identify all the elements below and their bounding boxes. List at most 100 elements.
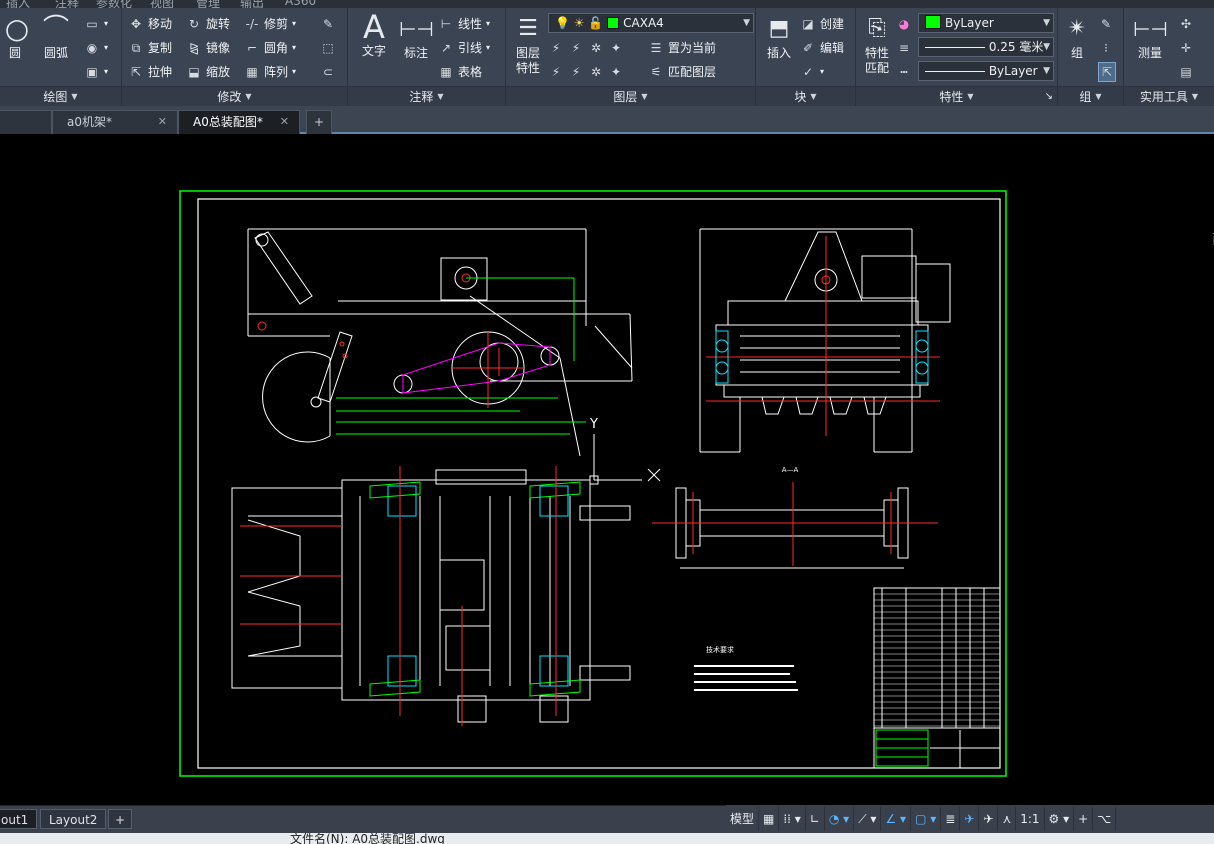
color-wheel-button[interactable]: ◕ [896, 14, 912, 34]
rectangle-tool[interactable]: ▭ ▾ [84, 14, 108, 34]
stretch-tool[interactable]: ⇱ 拉伸 [128, 62, 172, 82]
menu-a360[interactable]: A360 [285, 0, 316, 8]
edit-block-tool[interactable]: ✐ 编辑 [800, 38, 844, 58]
move-tool[interactable]: ✥ 移动 [128, 14, 172, 34]
layer-tools-row2[interactable]: ⚡ ⚡ ✲ ✦ [548, 62, 624, 82]
insert-block-tool[interactable]: ⬒ 插入 [760, 14, 798, 61]
close-icon[interactable]: ✕ [158, 111, 167, 133]
document-tab-a0-frame[interactable]: a0机架* ✕ [52, 110, 178, 134]
menu-manage[interactable]: 管理 [196, 0, 220, 8]
annotation-visibility-icon[interactable]: ✈ [960, 807, 980, 831]
object-snap-icon[interactable]: ▢ ▾ [911, 807, 942, 831]
copy-tool[interactable]: ⧉ 复制 [128, 38, 172, 58]
block-panel-footer[interactable]: 块 ▼ [756, 86, 855, 106]
dimension-tool[interactable]: ⊢⊣ 标注 [398, 14, 434, 61]
gear-icon[interactable]: ⚙ ▾ [1045, 807, 1075, 831]
groups-panel-label: 组 [1079, 90, 1092, 104]
explode-tool[interactable]: ⬚ [320, 38, 336, 58]
drawing-viewport[interactable]: Y A—A 技术要求 [0, 136, 1214, 805]
set-current-tool[interactable]: ☰ 置为当前 [648, 38, 716, 58]
linetype-button[interactable]: ┅ [896, 62, 912, 82]
groups-panel-footer[interactable]: 组 ▼ [1058, 86, 1123, 106]
panel-launcher-icon[interactable]: ↘ [1045, 91, 1053, 102]
menu-annotate[interactable]: 注释 [55, 0, 79, 8]
layer-dropdown[interactable]: 💡 ☀ 🔓 CAXA4 ▼ [548, 13, 754, 33]
lineweight-toggle-icon[interactable]: ≣ [941, 807, 961, 831]
customization-icon[interactable]: ⌥ [1093, 807, 1117, 831]
utilities-panel-footer[interactable]: 实用工具 ▼ [1124, 86, 1214, 106]
layers-panel-footer[interactable]: 图层 ▼ [506, 86, 755, 106]
add-layout-button[interactable]: + [108, 809, 133, 829]
color-dropdown[interactable]: ByLayer ▼ [918, 13, 1054, 33]
menu-insert[interactable]: 插入 [6, 0, 30, 8]
layer-tools-row1[interactable]: ⚡ ⚡ ✲ ✦ [548, 38, 624, 58]
match-properties-tool[interactable]: ⎘ 特性匹配 [858, 14, 896, 76]
new-tab-button[interactable]: + [306, 110, 332, 134]
annotation-scale-icon[interactable]: ⋏ [998, 807, 1017, 831]
measure-tool[interactable]: ⊢⊣ 测量 [1128, 14, 1172, 61]
calculator-icon: ▤ [1180, 65, 1192, 79]
scale-tool[interactable]: ⬓ 缩放 [186, 62, 230, 82]
properties-panel-footer[interactable]: 特性 ▼ ↘ [856, 86, 1057, 106]
layer-properties-tool[interactable]: ☰ 图层特性 [510, 14, 546, 76]
insert-block-icon: ⬒ [768, 16, 790, 41]
id-point-tool[interactable]: ✛ [1178, 38, 1194, 58]
rotate-tool[interactable]: ↻ 旋转 [186, 14, 230, 34]
menu-parametric[interactable]: 参数化 [96, 0, 132, 8]
create-block-tool[interactable]: ◪ 创建 [800, 14, 844, 34]
document-tab-a0-assembly[interactable]: A0总装配图* ✕ [178, 110, 300, 134]
document-tab[interactable] [0, 110, 52, 134]
group-tool[interactable]: ✴ 组 [1060, 14, 1094, 61]
menu-view[interactable]: 视图 [150, 0, 174, 8]
auto-scale-icon[interactable]: ✈ [979, 807, 999, 831]
layout-tab-layout2[interactable]: Layout2 [40, 809, 107, 829]
match-properties-icon: ⎘ [868, 16, 886, 41]
offset-tool[interactable]: ⊂ [320, 62, 336, 82]
lineweight-dropdown[interactable]: 0.25 毫米 ▼ [918, 37, 1054, 57]
point-style-tool[interactable]: ✣ [1178, 14, 1194, 34]
fillet-tool[interactable]: ⌐ 圆角 ▾ [244, 38, 296, 58]
match-layer-tool[interactable]: ⚟ 匹配图层 [648, 62, 716, 82]
modify-panel-footer[interactable]: 修改 ▼ [122, 86, 347, 106]
command-line[interactable]: 文件名(N): A0总装配图.dwg [0, 833, 1214, 844]
mirror-tool[interactable]: ⧎ 镜像 [186, 38, 230, 58]
insert-label: 插入 [766, 46, 791, 60]
erase-tool[interactable]: ✎ [320, 14, 336, 34]
plus-icon[interactable]: + [1074, 807, 1094, 831]
osnap-tracking-icon[interactable]: ∠ ▾ [881, 807, 912, 831]
offset-icon: ⊂ [322, 65, 334, 79]
title-block [873, 727, 1001, 769]
snap-icon[interactable]: ⁞⁞ ▾ [779, 807, 806, 831]
layout-tab-layout1[interactable]: out1 [0, 809, 38, 829]
calculator-tool[interactable]: ▤ [1178, 62, 1194, 82]
linear-dim-tool[interactable]: ⊢ 线性 ▾ [438, 14, 490, 34]
annotation-panel-footer[interactable]: 注释 ▼ [348, 86, 505, 106]
arc-tool[interactable]: ⌒ 圆弧 [36, 14, 76, 61]
ungroup-tool[interactable]: ✎ [1098, 14, 1114, 34]
draw-panel-footer[interactable]: 绘图 ▼ [0, 86, 121, 106]
lineweight-button[interactable]: ≡ [896, 38, 912, 58]
trim-tool[interactable]: -/- 修剪 ▾ [244, 14, 296, 34]
drawing-canvas[interactable]: Y A—A 技术要求 [0, 136, 1214, 805]
close-icon[interactable]: ✕ [280, 111, 289, 133]
text-tool[interactable]: A 文字 [354, 11, 394, 59]
annotation-scale-value[interactable]: 1:1 [1016, 807, 1045, 831]
array-tool[interactable]: ▦ 阵列 ▾ [244, 62, 296, 82]
linetype-dropdown[interactable]: ByLayer ▼ [918, 61, 1054, 81]
grid-icon[interactable]: ▦ [759, 807, 780, 831]
circle-tool[interactable]: ○ 圆 [0, 14, 30, 61]
boundary-tool[interactable]: ▣ ▾ [84, 62, 108, 82]
block-attribute-tool[interactable]: ✓ ▾ [800, 62, 824, 82]
group-select-toggle[interactable]: ⇱ [1098, 62, 1116, 82]
scale-icon: ⬓ [188, 65, 200, 79]
model-space-button[interactable]: 模型 [726, 807, 760, 831]
isodraft-icon[interactable]: ⟋ ▾ [854, 807, 882, 831]
table-tool[interactable]: ▦ 表格 [438, 62, 482, 82]
ortho-icon[interactable]: ∟ [806, 807, 825, 831]
hatch-tool[interactable]: ◉ ▾ [84, 38, 108, 58]
polar-tracking-icon[interactable]: ◔ ▾ [825, 807, 855, 831]
leader-tool[interactable]: ↗ 引线 ▾ [438, 38, 490, 58]
move-label: 移动 [148, 17, 173, 31]
group-edit-tool[interactable]: ⁝ [1098, 38, 1114, 58]
menu-output[interactable]: 输出 [240, 0, 264, 8]
